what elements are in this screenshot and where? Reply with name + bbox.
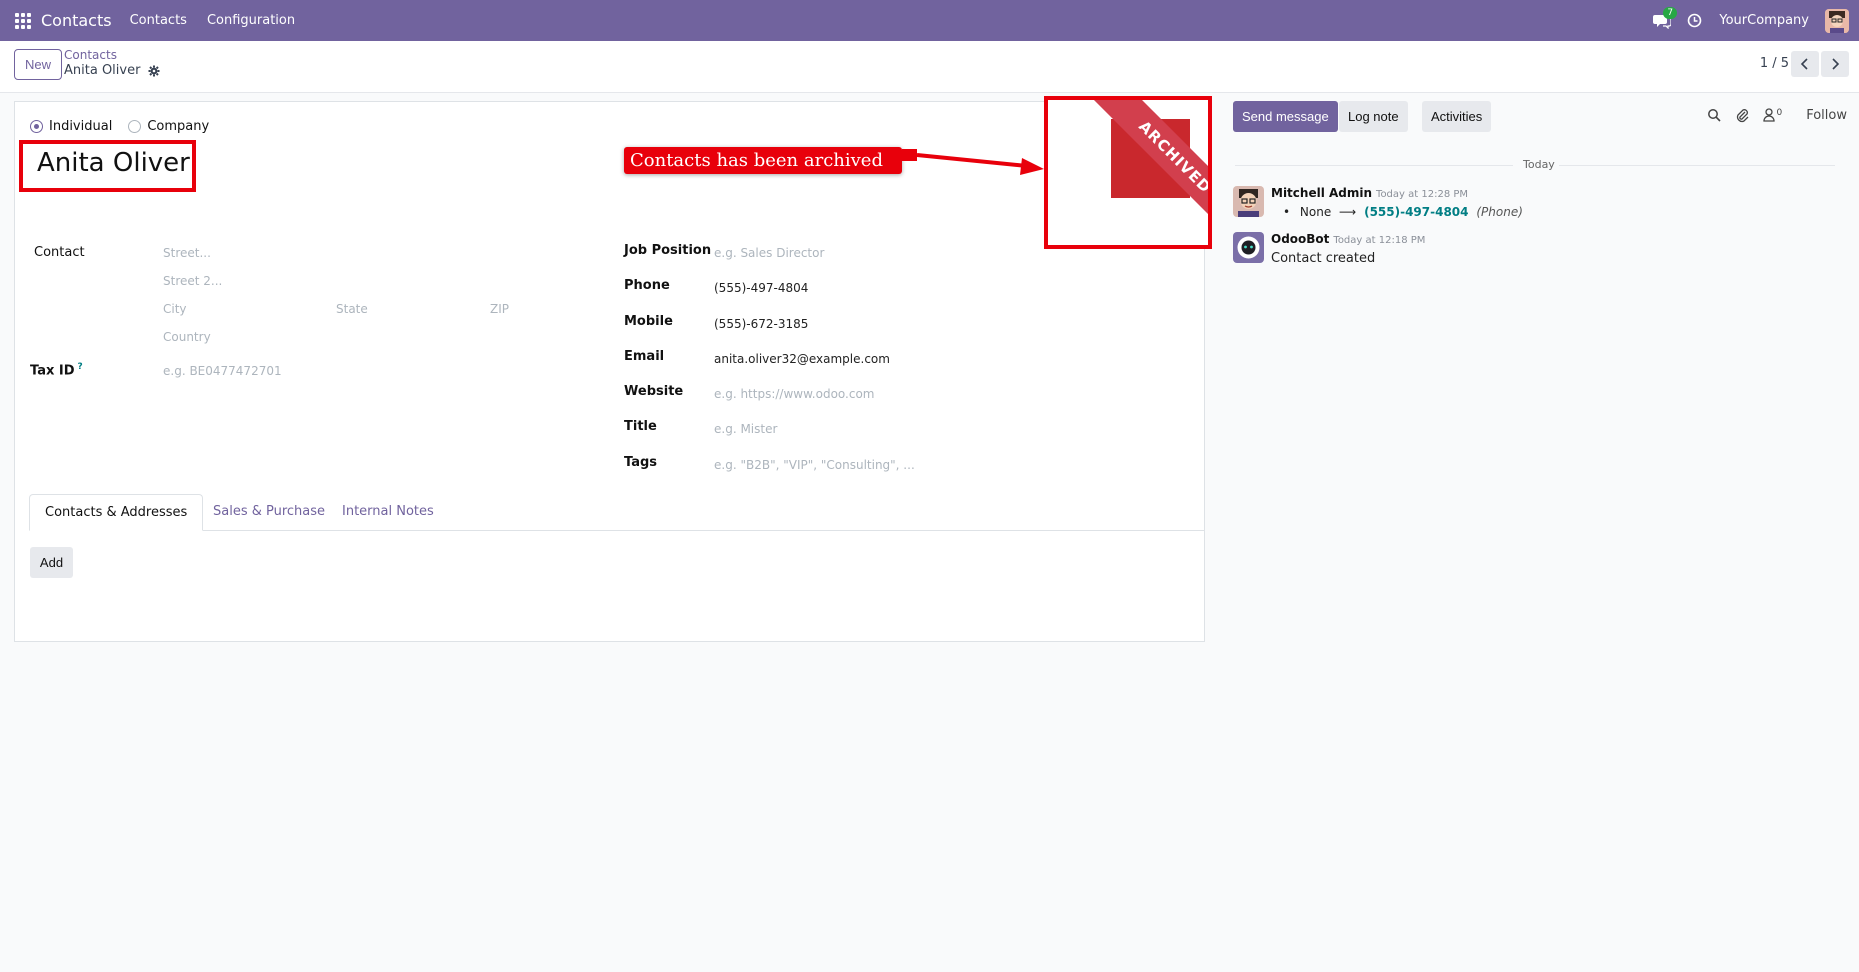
messaging-badge: 7 [1663, 6, 1678, 19]
message-author[interactable]: Mitchell Admin Today at 12:28 PM [1271, 186, 1468, 200]
breadcrumb-contacts[interactable]: Contacts [64, 48, 117, 62]
state-input[interactable]: State [336, 302, 368, 316]
job-position-input[interactable]: e.g. Sales Director [714, 246, 824, 260]
job-position-label: Job Position [624, 243, 712, 258]
city-input[interactable]: City [163, 302, 187, 316]
send-message-button[interactable]: Send message [1233, 101, 1338, 132]
street2-input[interactable]: Street 2... [163, 274, 222, 288]
message-body: Contact created [1271, 251, 1376, 266]
menu-configuration[interactable]: Configuration [207, 13, 295, 28]
add-contact-button[interactable]: Add [30, 547, 73, 578]
notebook-tabs: Contacts & Addresses Sales & Purchase In… [29, 494, 1204, 531]
help-tooltip-icon[interactable]: ? [78, 362, 83, 372]
form-sheet: Individual Company Anita Oliver Contacts… [14, 96, 1212, 642]
user-icon [1763, 108, 1776, 122]
archived-callout: Contacts has been archived [624, 147, 902, 174]
pager-previous-button[interactable] [1791, 51, 1819, 77]
tracking-change: • None ⟶ (555)-497-4804 (Phone) [1283, 205, 1523, 219]
menu-contacts[interactable]: Contacts [130, 13, 187, 28]
followers-button[interactable]: 0 [1763, 108, 1782, 122]
phone-input[interactable]: (555)-497-4804 [714, 281, 808, 295]
taxid-label-text: Tax ID [30, 363, 75, 379]
day-separator: Today [1235, 158, 1835, 172]
app-brand[interactable]: Contacts [41, 11, 112, 30]
taxid-input[interactable]: e.g. BE0477472701 [163, 364, 282, 378]
label-company[interactable]: Company [147, 119, 209, 134]
user-avatar[interactable] [1825, 8, 1849, 33]
phone-label: Phone [624, 278, 670, 293]
breadcrumb-current: Anita Oliver [64, 63, 160, 78]
chatter-panel: Send message Log note Activities 0 Follo… [1213, 93, 1859, 972]
tab-internal-notes[interactable]: Internal Notes [327, 494, 449, 531]
arrow-right-icon: ⟶ [1339, 205, 1357, 219]
tags-input[interactable]: e.g. "B2B", "VIP", "Consulting", ... [714, 458, 915, 472]
new-value: (555)-497-4804 [1364, 205, 1469, 219]
record-title: Anita Oliver [64, 63, 141, 78]
message-item: OdooBot Today at 12:18 PM Contact created [1233, 232, 1833, 272]
mobile-label: Mobile [624, 314, 673, 329]
apps-menu-icon[interactable] [15, 12, 31, 29]
radio-individual[interactable] [30, 120, 43, 133]
country-input[interactable]: Country [163, 330, 211, 344]
street-input[interactable]: Street... [163, 246, 211, 260]
website-input[interactable]: e.g. https://www.odoo.com [714, 387, 875, 401]
pager-value[interactable]: 1 / 5 [1760, 56, 1789, 71]
search-icon[interactable] [1707, 108, 1722, 122]
odoobot-avatar[interactable] [1233, 232, 1264, 263]
bullet: • [1283, 205, 1291, 219]
label-individual[interactable]: Individual [49, 119, 112, 134]
mobile-input[interactable]: (555)-672-3185 [714, 317, 808, 331]
pager-next-button[interactable] [1821, 51, 1849, 77]
author-name[interactable]: OdooBot [1271, 232, 1329, 246]
tab-sales-purchase[interactable]: Sales & Purchase [198, 494, 340, 531]
activities-button[interactable]: Activities [1422, 101, 1492, 132]
archived-image-box: ARCHIVED [1044, 96, 1212, 249]
top-navbar: Contacts Contacts Configuration 7 YourCo… [0, 0, 1859, 41]
taxid-label: Tax ID? [30, 362, 83, 378]
message-time: Today at 12:28 PM [1376, 189, 1469, 200]
callout-arrow [902, 149, 1044, 175]
contact-address-label: Contact [34, 245, 85, 260]
email-label: Email [624, 349, 665, 364]
contact-name-field[interactable]: Anita Oliver [37, 148, 190, 178]
message-author[interactable]: OdooBot Today at 12:18 PM [1271, 232, 1425, 246]
paperclip-icon[interactable] [1735, 107, 1749, 123]
follow-button[interactable]: Follow [1806, 108, 1847, 123]
title-input[interactable]: e.g. Mister [714, 422, 777, 436]
author-name[interactable]: Mitchell Admin [1271, 186, 1372, 200]
message-time: Today at 12:18 PM [1333, 235, 1426, 246]
tab-contacts-addresses[interactable]: Contacts & Addresses [29, 494, 204, 531]
tracked-field: (Phone) [1476, 205, 1523, 219]
email-input[interactable]: anita.oliver32@example.com [714, 352, 890, 366]
chevron-right-icon [1832, 58, 1840, 70]
new-button[interactable]: New [14, 49, 63, 80]
chatter-topbar-icons: 0 Follow [1707, 107, 1847, 123]
name-highlight-box: Anita Oliver [19, 140, 196, 192]
company-switcher[interactable]: YourCompany [1719, 13, 1809, 28]
messaging-icon[interactable]: 7 [1653, 6, 1678, 29]
tags-label: Tags [624, 455, 658, 470]
followers-count: 0 [1776, 108, 1783, 118]
radio-company[interactable] [128, 120, 142, 133]
log-note-button[interactable]: Log note [1339, 101, 1408, 132]
author-avatar[interactable] [1233, 186, 1264, 217]
chevron-left-icon [1800, 58, 1808, 70]
control-panel: New Contacts Anita Oliver 1 / 5 [0, 41, 1859, 93]
company-type-selector: Individual Company [30, 119, 209, 134]
zip-input[interactable]: ZIP [490, 302, 509, 316]
gear-icon[interactable] [148, 65, 160, 77]
message-item: Mitchell Admin Today at 12:28 PM • None ⟶… [1233, 186, 1833, 226]
website-label: Website [624, 384, 684, 399]
day-separator-label: Today [1523, 158, 1555, 171]
activity-clock-icon[interactable] [1687, 13, 1703, 29]
title-label: Title [624, 419, 657, 434]
old-value: None [1299, 205, 1332, 219]
